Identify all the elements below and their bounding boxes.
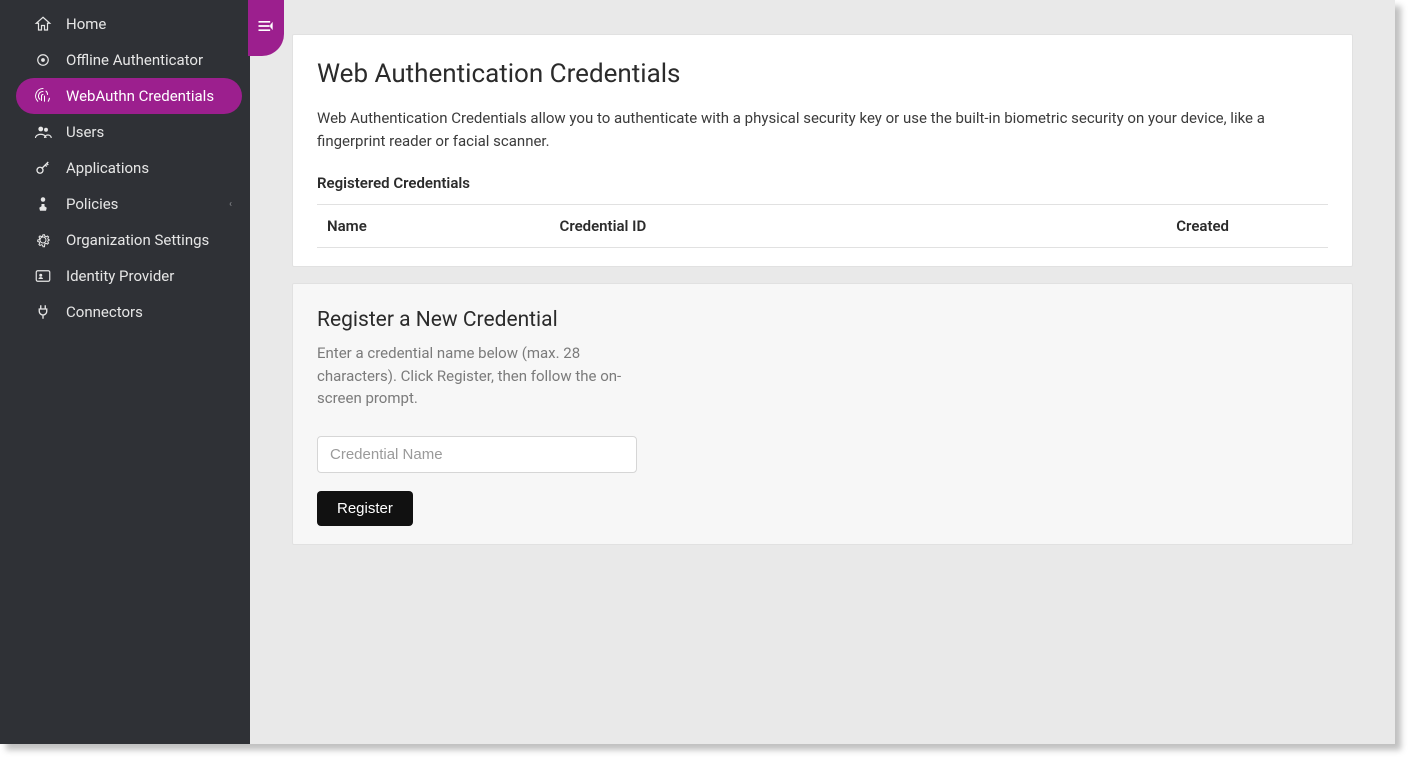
- sidebar-item-label: Policies: [66, 195, 118, 213]
- sidebar-item-applications[interactable]: Applications: [0, 150, 246, 186]
- sidebar-item-label: Applications: [66, 159, 149, 177]
- sidebar-item-label: Identity Provider: [66, 267, 174, 285]
- sidebar-item-label: Home: [66, 15, 106, 33]
- sidebar-item-label: Users: [66, 123, 104, 141]
- sidebar-item-connectors[interactable]: Connectors: [0, 294, 246, 330]
- sidebar-item-webauthn-credentials[interactable]: WebAuthn Credentials: [16, 78, 242, 114]
- sidebar-item-users[interactable]: Users: [0, 114, 246, 150]
- page-description: Web Authentication Credentials allow you…: [317, 107, 1328, 152]
- sidebar-item-label: WebAuthn Credentials: [66, 87, 214, 105]
- sidebar-item-organization-settings[interactable]: Organization Settings: [0, 222, 246, 258]
- credentials-table: Name Credential ID Created: [317, 204, 1328, 248]
- main-content: Web Authentication Credentials Web Authe…: [250, 0, 1395, 744]
- collapse-icon: [256, 16, 276, 40]
- gear-icon: [34, 231, 52, 249]
- sidebar: Home Offline Authenticator WebAuthn Cred…: [0, 0, 250, 744]
- table-header-created: Created: [1166, 205, 1328, 248]
- chevron-left-icon: ‹: [229, 199, 232, 210]
- home-icon: [34, 15, 52, 33]
- sidebar-item-offline-authenticator[interactable]: Offline Authenticator: [0, 42, 246, 78]
- register-card: Register a New Credential Enter a creden…: [292, 283, 1353, 545]
- users-icon: [34, 123, 52, 141]
- plug-icon: [34, 303, 52, 321]
- sidebar-item-label: Connectors: [66, 303, 143, 321]
- sidebar-item-identity-provider[interactable]: Identity Provider: [0, 258, 246, 294]
- register-helper: Enter a credential name below (max. 28 c…: [317, 342, 637, 410]
- table-header-name: Name: [317, 205, 550, 248]
- offline-icon: [34, 51, 52, 69]
- register-title: Register a New Credential: [317, 308, 1328, 332]
- sidebar-item-label: Offline Authenticator: [66, 51, 203, 69]
- sidebar-toggle[interactable]: [248, 0, 284, 56]
- page-title: Web Authentication Credentials: [317, 59, 1328, 89]
- sidebar-item-label: Organization Settings: [66, 231, 209, 249]
- key-icon: [34, 159, 52, 177]
- sidebar-item-home[interactable]: Home: [0, 6, 246, 42]
- credential-name-input[interactable]: [317, 436, 637, 473]
- sidebar-item-policies[interactable]: Policies ‹: [0, 186, 246, 222]
- credentials-card: Web Authentication Credentials Web Authe…: [292, 34, 1353, 267]
- fingerprint-icon: [34, 87, 52, 105]
- registered-credentials-heading: Registered Credentials: [317, 174, 1328, 192]
- idp-icon: [34, 267, 52, 285]
- table-header-credential-id: Credential ID: [550, 205, 1167, 248]
- register-button[interactable]: Register: [317, 491, 413, 526]
- policies-icon: [34, 195, 52, 213]
